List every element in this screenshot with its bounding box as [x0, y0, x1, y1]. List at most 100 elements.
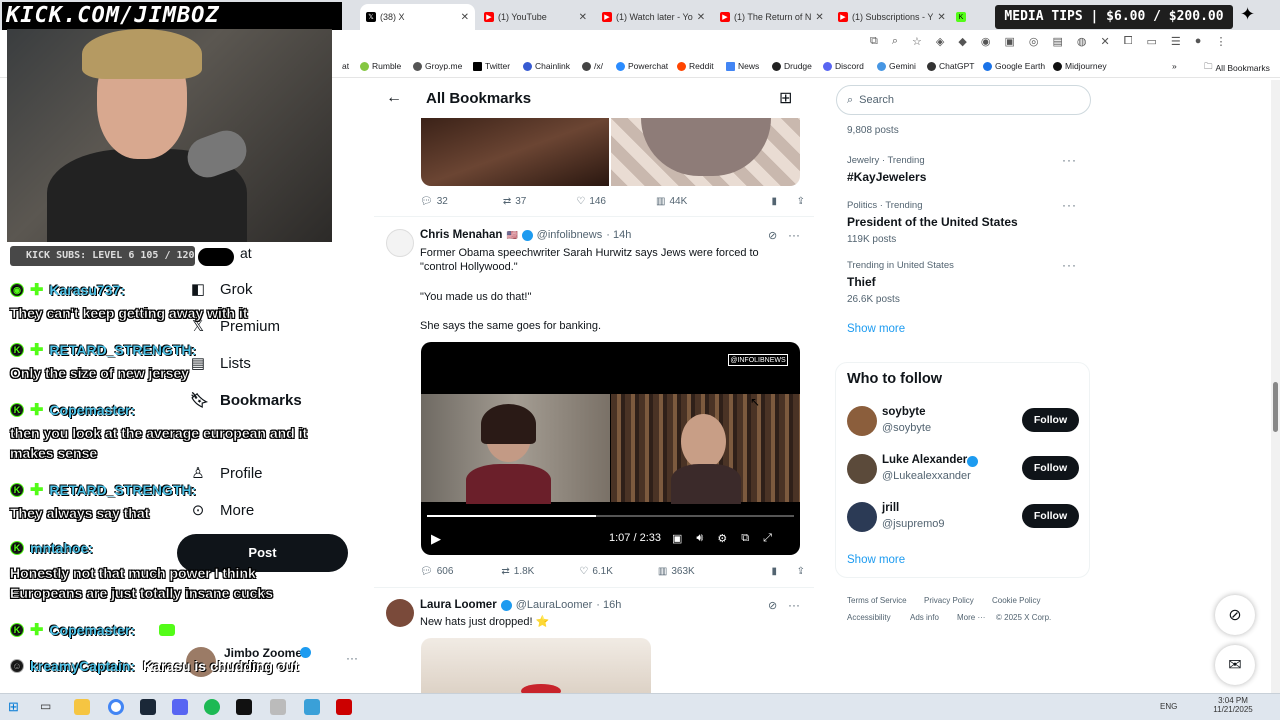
- more-icon[interactable]: ···: [1062, 198, 1077, 212]
- tab-x[interactable]: 𝕏 (38) X ✕: [360, 4, 475, 30]
- share-icon[interactable]: ⇪: [797, 196, 805, 207]
- more-icon[interactable]: ···: [1062, 153, 1077, 167]
- star-icon[interactable]: ☆: [912, 35, 922, 48]
- tab-kick[interactable]: K: [950, 4, 990, 30]
- extension-icon[interactable]: ◎: [1029, 35, 1039, 48]
- bookmark-icon[interactable]: ▮: [771, 196, 777, 207]
- bookmark-twitter[interactable]: Twitter: [473, 61, 510, 71]
- x-extension-icon[interactable]: ✕: [1100, 35, 1109, 48]
- bookmark-chatgpt[interactable]: ChatGPT: [927, 61, 974, 71]
- sidebar-icon[interactable]: ▭: [1147, 35, 1157, 48]
- follow-suggestion[interactable]: soybyte @soybyte Follow: [847, 406, 1082, 440]
- nav-partial[interactable]: at: [190, 245, 252, 261]
- bookmark-discord[interactable]: Discord: [823, 61, 864, 71]
- tab-youtube[interactable]: ▶ (1) YouTube ✕: [478, 4, 593, 30]
- clock[interactable]: 3:04 PM 11/21/2025: [1203, 696, 1263, 714]
- bookmark-google-earth[interactable]: Google Earth: [983, 61, 1045, 71]
- menu-icon[interactable]: ☰: [1171, 35, 1181, 48]
- pip-icon[interactable]: ⧉: [741, 532, 749, 545]
- avatar[interactable]: [386, 599, 414, 627]
- tweet-image[interactable]: [421, 638, 651, 693]
- bookmark-drudge[interactable]: Drudge: [772, 61, 812, 71]
- bookmark-reddit[interactable]: Reddit: [677, 61, 714, 71]
- settings-icon[interactable]: ⚙: [717, 532, 727, 545]
- trend-item[interactable]: Jewelry · Trending #KayJewelers ···: [847, 153, 1077, 184]
- more-icon[interactable]: ···: [788, 598, 800, 612]
- bookmark-midjourney[interactable]: Midjourney: [1053, 61, 1107, 71]
- extension-icon[interactable]: ◉: [981, 35, 991, 48]
- chrome-icon[interactable]: [108, 699, 124, 715]
- follow-button[interactable]: Follow: [1022, 456, 1079, 480]
- app-icon[interactable]: [304, 699, 320, 715]
- share-icon[interactable]: ⇪: [797, 566, 805, 577]
- repost-button[interactable]: ⇄ 37: [503, 196, 527, 207]
- views-button[interactable]: ▥ 44K: [656, 196, 687, 207]
- extension-icon[interactable]: ◈: [936, 35, 944, 48]
- close-tab-icon[interactable]: ✕: [461, 12, 469, 23]
- scrollbar[interactable]: [1271, 80, 1280, 693]
- like-button[interactable]: ♡ 6.1K: [579, 566, 613, 577]
- puzzle-icon[interactable]: ⧠: [1124, 35, 1133, 48]
- show-more-link[interactable]: Show more: [847, 554, 905, 566]
- app-icon[interactable]: [236, 699, 252, 715]
- nav-more[interactable]: ⊙ More: [190, 501, 254, 520]
- install-icon[interactable]: ⧉: [870, 35, 878, 48]
- tweet-image[interactable]: [421, 118, 609, 186]
- reply-button[interactable]: 💬︎ 606: [420, 566, 453, 577]
- discord-icon[interactable]: [172, 699, 188, 715]
- play-icon[interactable]: ▶: [431, 531, 441, 547]
- bookmark-rumble[interactable]: Rumble: [360, 61, 401, 71]
- show-more-link[interactable]: Show more: [847, 323, 905, 335]
- views-button[interactable]: ▥ 363K: [658, 566, 695, 577]
- video-progress-track[interactable]: [427, 515, 794, 517]
- search-input[interactable]: ⌕ Search: [836, 85, 1091, 115]
- tab-return-of[interactable]: ▶ (1) The Return of N ✕: [714, 4, 829, 30]
- bookmark-x[interactable]: /x/: [582, 61, 603, 71]
- fullscreen-icon[interactable]: ⤢: [763, 532, 772, 545]
- follow-button[interactable]: Follow: [1022, 408, 1079, 432]
- extension-icon[interactable]: ◍: [1077, 35, 1087, 48]
- messages-fab[interactable]: ✉: [1215, 645, 1255, 685]
- kebab-menu-icon[interactable]: ⋮: [1215, 35, 1226, 48]
- bookmark-icon[interactable]: ▮: [771, 566, 777, 577]
- app-icon[interactable]: [270, 699, 286, 715]
- avatar[interactable]: [386, 229, 414, 257]
- bookmark-powerchat[interactable]: Powerchat: [616, 61, 668, 71]
- nav-grok[interactable]: ◧ Grok: [190, 280, 253, 299]
- language-indicator[interactable]: ENG: [1160, 702, 1177, 711]
- trend-item[interactable]: Trending in United States Thief 26.6K po…: [847, 258, 1077, 305]
- profile-icon[interactable]: ●: [1195, 35, 1202, 48]
- nav-lists[interactable]: ▤ Lists: [190, 354, 251, 373]
- footer-link[interactable]: More ···: [957, 613, 985, 622]
- close-tab-icon[interactable]: ✕: [579, 12, 587, 23]
- trend-item[interactable]: Politics · Trending President of the Uni…: [847, 198, 1077, 245]
- back-arrow-icon[interactable]: ←: [386, 89, 402, 107]
- extension-icon[interactable]: ▣: [1004, 35, 1014, 48]
- spotify-icon[interactable]: [204, 699, 220, 715]
- steam-icon[interactable]: [140, 699, 156, 715]
- tab-subscriptions[interactable]: ▶ (1) Subscriptions - Y ✕: [832, 4, 947, 30]
- follow-button[interactable]: Follow: [1022, 504, 1079, 528]
- volume-icon[interactable]: 🔊︎: [696, 532, 703, 545]
- footer-link[interactable]: Ads info: [910, 613, 939, 622]
- all-bookmarks-folder[interactable]: 🗀 All Bookmarks: [1204, 61, 1270, 75]
- more-icon[interactable]: ···: [346, 651, 358, 665]
- chevron-right-icon[interactable]: »: [1172, 61, 1177, 71]
- bookmark-gemini[interactable]: Gemini: [877, 61, 916, 71]
- app-icon[interactable]: [336, 699, 352, 715]
- close-tab-icon[interactable]: ✕: [815, 12, 823, 23]
- bookmark-add-icon[interactable]: ⊞: [779, 88, 792, 108]
- nav-profile[interactable]: ♙ Profile: [190, 464, 262, 483]
- windows-start-icon[interactable]: ⊞: [8, 699, 24, 715]
- footer-link[interactable]: Cookie Policy: [992, 596, 1040, 605]
- grok-icon[interactable]: ⊘: [768, 229, 777, 242]
- scrollbar-thumb[interactable]: [1273, 382, 1278, 432]
- bookmark-groyp[interactable]: Groyp.me: [413, 61, 462, 71]
- reply-button[interactable]: 💬︎ 32: [420, 196, 448, 207]
- repost-button[interactable]: ⇄ 1.8K: [501, 566, 534, 577]
- more-icon[interactable]: ···: [788, 228, 800, 242]
- more-icon[interactable]: ···: [1062, 258, 1077, 272]
- tab-watch-later[interactable]: ▶ (1) Watch later - Yo ✕: [596, 4, 711, 30]
- grok-icon[interactable]: ⊘: [768, 599, 777, 612]
- footer-link[interactable]: Accessibility: [847, 613, 891, 622]
